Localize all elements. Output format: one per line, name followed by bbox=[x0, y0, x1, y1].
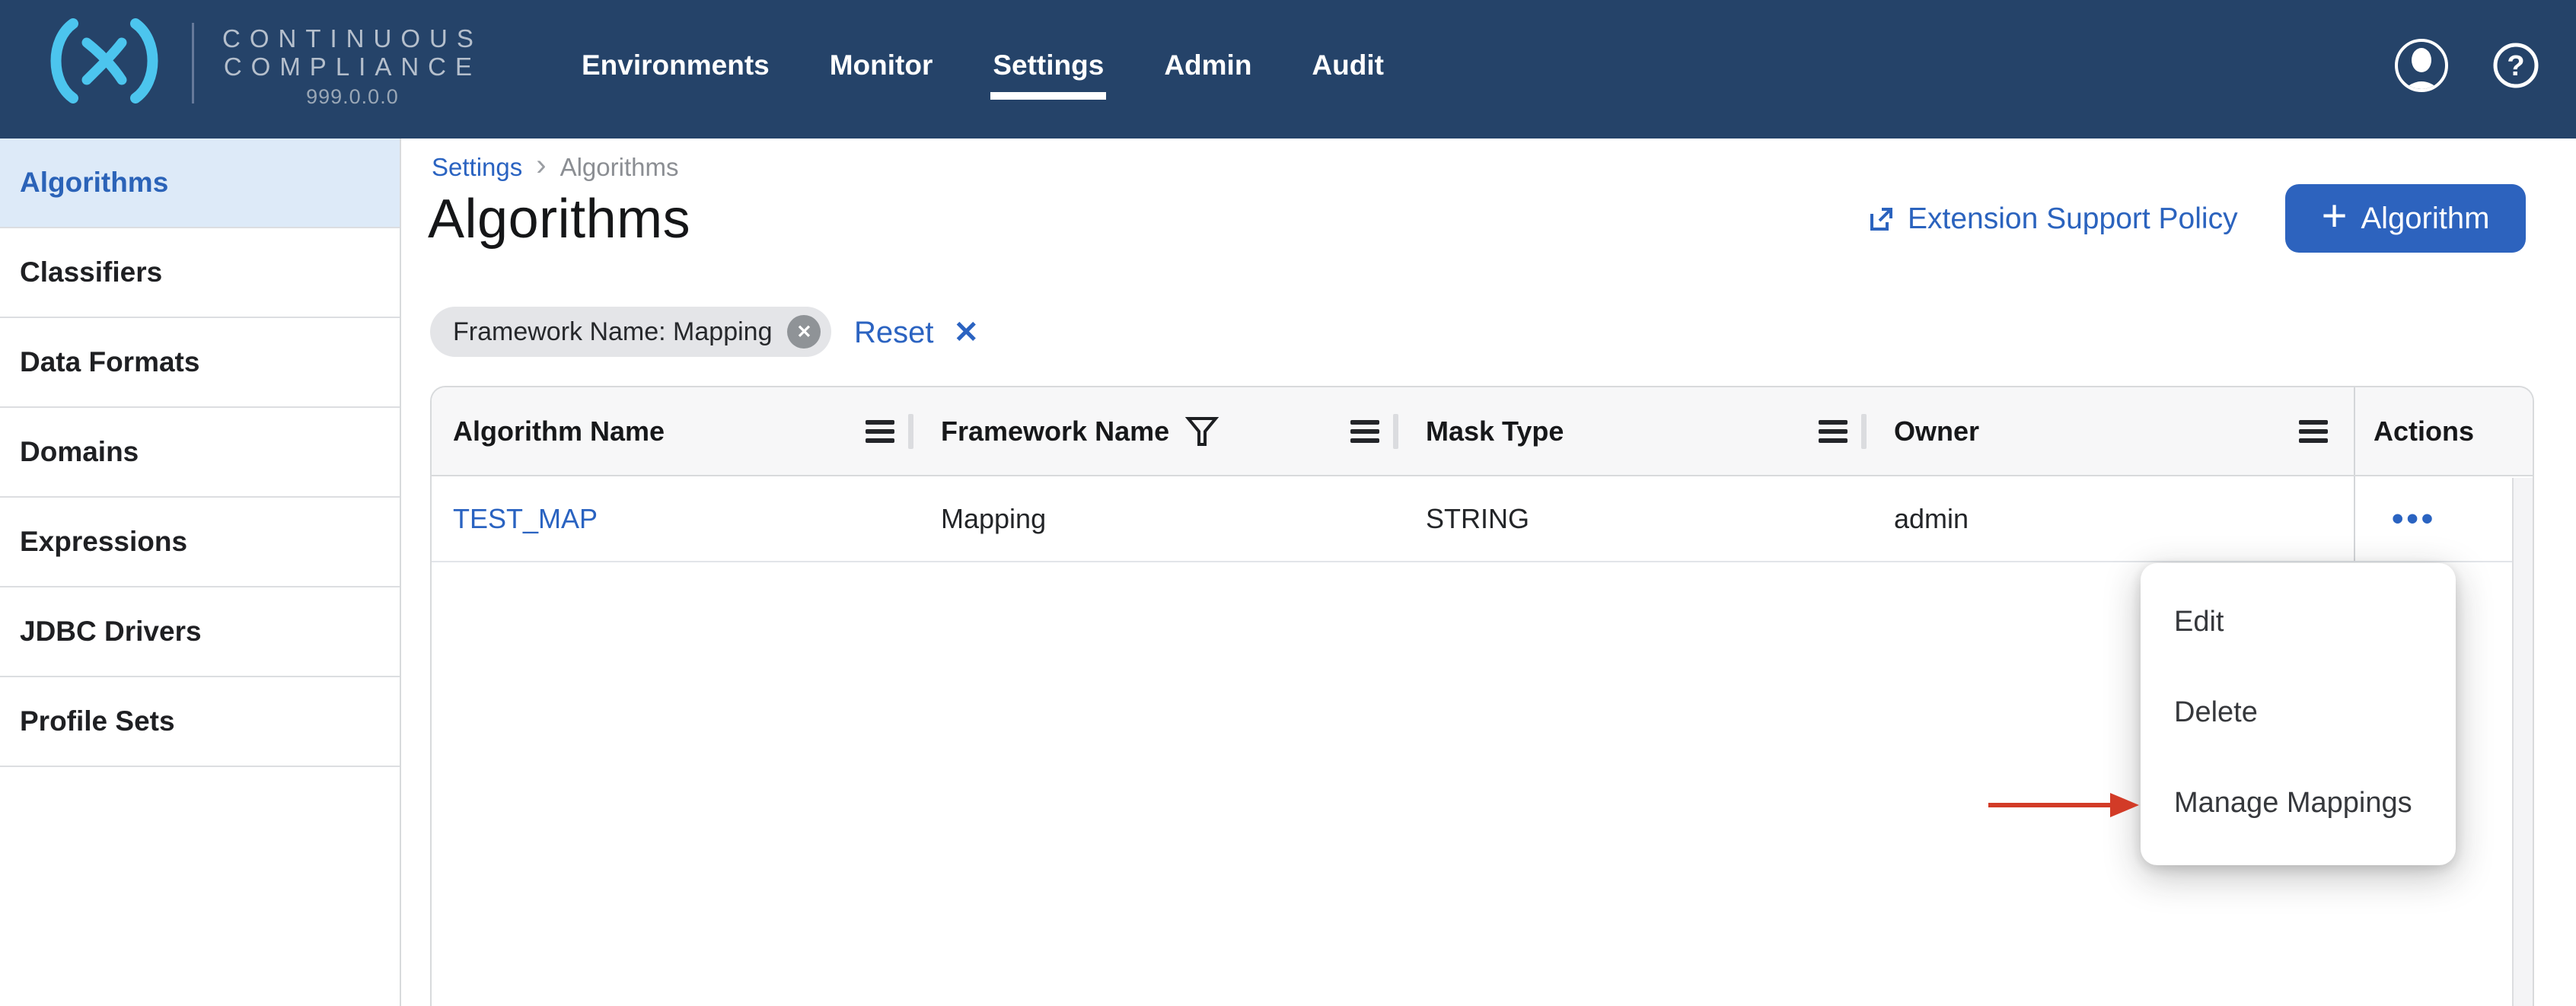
column-label: Actions bbox=[2374, 415, 2474, 447]
column-divider bbox=[908, 414, 913, 449]
filter-chip-label: Framework Name: Mapping bbox=[453, 317, 772, 347]
filter-chip-close-icon[interactable]: ✕ bbox=[787, 315, 821, 349]
nav-item-audit[interactable]: Audit bbox=[1312, 49, 1384, 81]
add-algorithm-button[interactable]: + Algorithm bbox=[2285, 184, 2526, 253]
sidebar-item-jdbc-drivers[interactable]: JDBC Drivers bbox=[0, 587, 400, 677]
user-profile-icon[interactable] bbox=[2393, 37, 2450, 94]
brand-text: CONTINUOUS COMPLIANCE 999.0.0.0 bbox=[222, 24, 483, 109]
annotation-arrow-icon bbox=[1985, 785, 2142, 825]
breadcrumb-chevron-icon: › bbox=[536, 153, 546, 178]
help-icon[interactable]: ? bbox=[2492, 42, 2539, 89]
sidebar-item-domains[interactable]: Domains bbox=[0, 408, 400, 498]
column-menu-icon[interactable] bbox=[1350, 420, 1379, 443]
version-label: 999.0.0.0 bbox=[222, 85, 483, 109]
filter-funnel-icon[interactable] bbox=[1184, 414, 1219, 449]
sidebar-item-classifiers[interactable]: Classifiers bbox=[0, 228, 400, 318]
column-label: Framework Name bbox=[941, 415, 1169, 447]
table-row: TEST_MAP Mapping STRING admin ••• bbox=[432, 476, 2533, 562]
external-link-icon bbox=[1867, 205, 1895, 234]
top-navbar: CONTINUOUS COMPLIANCE 999.0.0.0 Environm… bbox=[0, 0, 2576, 138]
navbar-divider bbox=[192, 23, 194, 103]
column-label: Owner bbox=[1894, 415, 1979, 447]
nav-item-environments[interactable]: Environments bbox=[582, 49, 770, 81]
nav-item-admin[interactable]: Admin bbox=[1164, 49, 1251, 81]
sidebar-item-expressions[interactable]: Expressions bbox=[0, 498, 400, 587]
brand-logo-icon bbox=[43, 18, 166, 103]
framework-filter-chip[interactable]: Framework Name: Mapping ✕ bbox=[430, 307, 831, 357]
cell-framework-name: Mapping bbox=[920, 476, 1404, 561]
menu-item-delete[interactable]: Delete bbox=[2141, 667, 2456, 758]
sidebar-item-profile-sets[interactable]: Profile Sets bbox=[0, 677, 400, 767]
menu-item-edit[interactable]: Edit bbox=[2141, 577, 2456, 667]
cell-owner: admin bbox=[1873, 476, 2354, 561]
primary-nav: Environments Monitor Settings Admin Audi… bbox=[582, 0, 1384, 131]
column-header-owner: Owner bbox=[1873, 387, 2354, 475]
column-menu-icon[interactable] bbox=[2299, 420, 2328, 443]
sidebar-item-data-formats[interactable]: Data Formats bbox=[0, 318, 400, 408]
column-menu-icon[interactable] bbox=[866, 420, 894, 443]
cell-actions: ••• bbox=[2354, 476, 2533, 561]
column-header-framework-name: Framework Name bbox=[920, 387, 1404, 475]
column-menu-icon[interactable] bbox=[1819, 420, 1848, 443]
column-divider bbox=[1393, 414, 1398, 449]
add-algorithm-label: Algorithm bbox=[2361, 202, 2489, 236]
column-divider bbox=[1861, 414, 1867, 449]
reset-close-icon: ✕ bbox=[954, 315, 980, 350]
column-header-actions: Actions bbox=[2354, 387, 2533, 475]
row-actions-menu: Edit Delete Manage Mappings bbox=[2141, 563, 2456, 865]
brand-line-2: COMPLIANCE bbox=[222, 53, 483, 81]
algorithm-link[interactable]: TEST_MAP bbox=[453, 503, 598, 535]
cell-mask-type: STRING bbox=[1404, 476, 1873, 561]
sidebar-item-algorithms[interactable]: Algorithms bbox=[0, 138, 400, 228]
reset-label: Reset bbox=[854, 316, 934, 350]
navbar-icons: ? bbox=[2393, 0, 2539, 131]
extension-support-policy-label: Extension Support Policy bbox=[1908, 202, 2238, 236]
brand-line-1: CONTINUOUS bbox=[222, 24, 483, 53]
extension-support-policy-link[interactable]: Extension Support Policy bbox=[1867, 198, 2238, 240]
plus-icon: + bbox=[2322, 194, 2348, 238]
breadcrumb-settings-link[interactable]: Settings bbox=[432, 153, 522, 182]
column-header-algorithm-name: Algorithm Name bbox=[432, 387, 920, 475]
row-actions-menu-button[interactable]: ••• bbox=[2392, 502, 2436, 536]
settings-sidebar: Algorithms Classifiers Data Formats Doma… bbox=[0, 138, 401, 1006]
column-label: Algorithm Name bbox=[453, 415, 665, 447]
column-header-mask-type: Mask Type bbox=[1404, 387, 1873, 475]
breadcrumb: Settings › Algorithms bbox=[432, 153, 678, 182]
breadcrumb-current: Algorithms bbox=[560, 153, 679, 182]
table-header-row: Algorithm Name Framework Name Mask Type bbox=[432, 387, 2533, 476]
cell-algorithm-name: TEST_MAP bbox=[432, 476, 920, 561]
column-label: Mask Type bbox=[1426, 415, 1564, 447]
app-window: CONTINUOUS COMPLIANCE 999.0.0.0 Environm… bbox=[0, 0, 2576, 1006]
nav-item-settings[interactable]: Settings bbox=[993, 49, 1104, 81]
nav-item-monitor[interactable]: Monitor bbox=[830, 49, 933, 81]
reset-filters-button[interactable]: Reset ✕ bbox=[854, 312, 979, 353]
page-title: Algorithms bbox=[428, 188, 690, 250]
table-scrollbar[interactable] bbox=[2512, 478, 2533, 1006]
menu-item-manage-mappings[interactable]: Manage Mappings bbox=[2141, 758, 2456, 848]
svg-text:?: ? bbox=[2507, 50, 2524, 82]
